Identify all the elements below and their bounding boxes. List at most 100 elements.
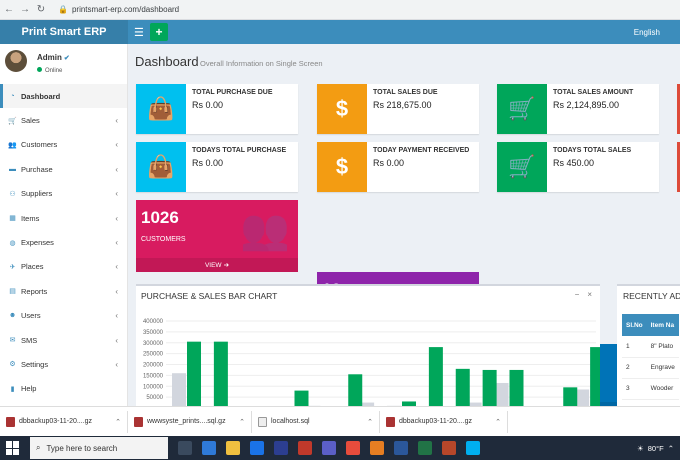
sidebar-item-label: SMS — [21, 335, 38, 345]
chevron-up-icon[interactable]: ⌃ — [495, 418, 501, 426]
sidebar-item-label: Places — [21, 262, 44, 272]
download-filename: dbbackup03-11-20....gz — [399, 418, 473, 425]
sidebar-item-purchase[interactable]: ▬ Purchase ‹ — [0, 157, 127, 181]
stat-box-customers: 1026 CUSTOMERS 👥 VIEW ➔ — [136, 200, 298, 272]
sidebar-item-users[interactable]: ☻ Users ‹ — [0, 304, 127, 328]
forward-icon[interactable]: → — [20, 4, 30, 15]
info-box: 👜 TODAYS TOTAL PURCHASE Rs 0.00 — [136, 142, 298, 192]
sidebar-item-label: Customers — [21, 140, 58, 150]
table-row: 2 Engrave — [622, 357, 679, 379]
hamburger-icon[interactable]: ☰ — [134, 26, 146, 39]
teams-icon[interactable] — [322, 441, 336, 455]
download-item[interactable]: dbbackup03-11-20....gz ⌃ — [380, 410, 508, 433]
search-placeholder: Type here to search — [46, 443, 118, 453]
language-selector[interactable]: English — [634, 28, 660, 37]
sales-bar[interactable] — [482, 369, 497, 408]
chrome-icon[interactable] — [346, 441, 360, 455]
sidebar-item-reports[interactable]: ▤ Reports ‹ — [0, 279, 127, 303]
explorer-icon[interactable] — [226, 441, 240, 455]
chart-title: PURCHASE & SALES BAR CHART — [141, 291, 278, 301]
taskbar-search[interactable]: ⌕ Type here to search — [30, 437, 168, 459]
sales-bar[interactable] — [563, 387, 578, 408]
sales-bar[interactable] — [428, 347, 443, 408]
info-box: $ TOTAL SALES DUE Rs 218,675.00 — [317, 84, 479, 134]
sales-bar[interactable] — [590, 347, 600, 408]
chevron-left-icon: ‹ — [115, 189, 118, 199]
info-box-label: TODAY PAYMENT RECEIVED — [373, 147, 470, 154]
table-cell: 8" Plato — [646, 336, 679, 358]
top-navbar: ☰ + English — [128, 20, 680, 44]
archive-icon — [6, 416, 15, 427]
windows-start-icon[interactable] — [6, 441, 20, 455]
download-item[interactable]: wwwsyste_prints....sql.gz ⌃ — [128, 410, 252, 433]
sidebar-item-label: Reports — [21, 286, 48, 296]
sales-bar[interactable] — [455, 368, 470, 408]
info-box-text: TODAYS TOTAL PURCHASE Rs 0.00 — [186, 142, 286, 192]
app-icon[interactable] — [298, 441, 312, 455]
downloads-bar: dbbackup03-11-20....gz ⌃ wwwsyste_prints..… — [0, 406, 680, 436]
excel-icon[interactable] — [418, 441, 432, 455]
chevron-left-icon: ‹ — [115, 213, 118, 223]
table-cell: Engrave — [646, 357, 679, 379]
chevron-up-icon[interactable]: ⌃ — [367, 418, 373, 426]
edge-icon[interactable] — [202, 441, 216, 455]
chevron-up-icon[interactable]: ⌃ — [239, 418, 245, 426]
sidebar: Admin ✔ Online ◔ Dashboard 🛒 Sales ‹ 👥 Customer… — [0, 44, 128, 406]
globe-icon: ✈ — [9, 263, 16, 271]
skype-icon[interactable] — [466, 441, 480, 455]
users-icon: 👥 — [8, 141, 17, 149]
word-icon[interactable] — [394, 441, 408, 455]
download-item[interactable]: localhost.sql ⌃ — [252, 410, 380, 433]
supplier-icon: ⚇ — [9, 190, 16, 198]
y-tick-label: 50000 — [146, 395, 163, 401]
app-icon[interactable] — [370, 441, 384, 455]
sales-bar[interactable] — [348, 374, 363, 408]
back-icon[interactable]: ← — [4, 4, 14, 15]
sidebar-item-expenses[interactable]: ◍ Expenses ‹ — [0, 230, 127, 254]
url-bar[interactable]: 🔒 printsmart-erp.com/dashboard — [52, 3, 185, 17]
sales-bar[interactable] — [187, 341, 201, 408]
chevron-up-icon[interactable]: ⌃ — [115, 418, 121, 426]
info-box-value: Rs 0.00 — [192, 100, 224, 110]
column-header[interactable]: Sl.No — [622, 314, 647, 336]
recent-table: Sl.No Item Na 1 8" Plato 2 Engrave 3 Wooder — [622, 314, 679, 400]
sales-bar[interactable] — [509, 369, 524, 408]
sidebar-item-label: Users — [21, 311, 41, 321]
reload-icon[interactable]: ↻ — [36, 4, 46, 15]
sidebar-item-label: Expenses — [21, 238, 54, 248]
chevron-up-icon[interactable]: ⌃ — [668, 444, 674, 453]
powerpoint-icon[interactable] — [442, 441, 456, 455]
sidebar-item-help[interactable]: ▮ Help — [0, 377, 127, 401]
stat-label: CUSTOMERS — [141, 236, 186, 243]
sidebar-item-label: Purchase — [21, 164, 53, 174]
chevron-left-icon: ‹ — [115, 238, 118, 248]
sidebar-item-items[interactable]: ▦ Items ‹ — [0, 206, 127, 230]
view-link[interactable]: VIEW➔ — [136, 258, 298, 272]
close-icon[interactable]: × — [587, 290, 592, 299]
table-cell: 3 — [622, 378, 647, 400]
sidebar-item-sales[interactable]: 🛒 Sales ‹ — [0, 108, 127, 132]
sidebar-item-customers[interactable]: 👥 Customers ‹ — [0, 133, 127, 157]
dollar-icon: $ — [317, 84, 367, 134]
user-name: Admin — [37, 53, 62, 62]
sidebar-item-suppliers[interactable]: ⚇ Suppliers ‹ — [0, 182, 127, 206]
weather-icon: ☀ — [637, 443, 644, 453]
app-logo[interactable]: Print Smart ERP — [0, 20, 128, 44]
sidebar-item-dashboard[interactable]: ◔ Dashboard — [0, 84, 127, 109]
download-filename: localhost.sql — [271, 418, 310, 425]
minimize-icon[interactable]: − — [575, 290, 580, 299]
avatar — [5, 50, 27, 72]
add-button[interactable]: + — [150, 23, 168, 41]
sidebar-item-sms[interactable]: ✉ SMS ‹ — [0, 328, 127, 352]
user-panel: Admin ✔ Online — [0, 44, 127, 84]
sales-bar[interactable] — [213, 341, 228, 408]
download-item[interactable]: dbbackup03-11-20....gz ⌃ — [0, 410, 128, 433]
url-text: printsmart-erp.com/dashboard — [71, 5, 180, 14]
purchase-bar[interactable] — [172, 373, 186, 408]
sidebar-item-settings[interactable]: ⚙ Settings ‹ — [0, 352, 127, 376]
sidebar-item-places[interactable]: ✈ Places ‹ — [0, 255, 127, 279]
column-header[interactable]: Item Na — [646, 314, 679, 336]
task-view-icon[interactable] — [178, 441, 192, 455]
photoshop-icon[interactable] — [274, 441, 288, 455]
store-icon[interactable] — [250, 441, 264, 455]
